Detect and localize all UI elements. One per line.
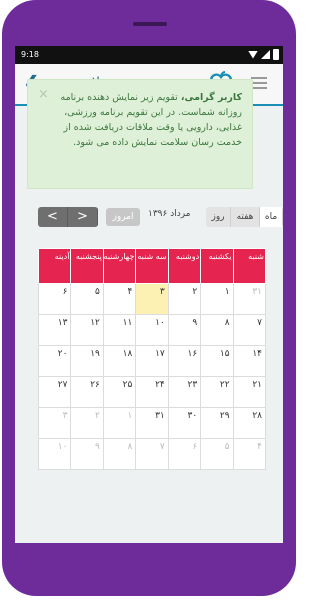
calendar-day-cell[interactable]: ۱۳	[37, 314, 72, 346]
calendar-day-cell[interactable]: ۵	[70, 283, 104, 315]
calendar-day-cell[interactable]: ۲۶	[70, 376, 104, 408]
calendar-day-cell[interactable]: ۱۱	[102, 314, 137, 346]
calendar-day-cell[interactable]: ۱	[102, 407, 137, 439]
calendar-week-row: ۷ ۸ ۹ ۱۰ ۱۱ ۱۲ ۱۳	[37, 314, 267, 346]
calendar-day-cell[interactable]: ۲۳	[167, 376, 202, 408]
weekday-header: شنبه	[232, 248, 267, 284]
calendar-body: ۳۱ ۱ ۲ ۳ ۴ ۵ ۶ ۷ ۸ ۹ ۱۰ ۱۱ ۱۲ ۱۳ ۱۴ ۱۵ ۱۶ ۱۷ ۱۸ ۱۹ ۲۰ ۲۱ ۲۲ ۲۳ ۲…	[37, 283, 267, 470]
wifi-icon	[248, 50, 258, 59]
weekday-header: دوشنبه	[167, 248, 202, 284]
calendar-day-cell[interactable]: ۱۲	[70, 314, 104, 346]
calendar-day-cell[interactable]: ۱۴	[232, 345, 267, 377]
weekday-header: سه شنبه	[135, 248, 169, 284]
prev-month-button[interactable]: <	[38, 207, 68, 227]
calendar-day-cell[interactable]: ۱۷	[135, 345, 169, 377]
calendar-day-cell[interactable]: ۲۸	[232, 407, 267, 439]
calendar-day-cell[interactable]: ۶	[37, 283, 72, 315]
calendar-header-row: شنبه یکشنبه دوشنبه سه شنبه چهارشنبه پنجش…	[37, 248, 267, 284]
calendar-day-cell[interactable]: ۳۱	[135, 407, 169, 439]
calendar-day-cell[interactable]: ۱۹	[70, 345, 104, 377]
view-day-button[interactable]: روز	[206, 207, 231, 227]
phone-speaker	[133, 22, 167, 26]
cellular-signal-icon	[261, 50, 270, 59]
calendar-day-cell[interactable]: ۲۵	[102, 376, 137, 408]
month-calendar: شنبه یکشنبه دوشنبه سه شنبه چهارشنبه پنجش…	[37, 248, 267, 470]
calendar-toolbar: < > امروز مرداد ۱۳۹۶ روز هفته ماه	[26, 207, 283, 227]
info-alert: × کاربر گرامی، تقویم زیر نمایش دهنده برن…	[27, 79, 253, 189]
calendar-day-cell[interactable]: ۸	[200, 314, 234, 346]
calendar-day-cell[interactable]: ۱۸	[102, 345, 137, 377]
calendar-day-cell[interactable]: ۷	[232, 314, 267, 346]
calendar-day-cell[interactable]: ۱	[200, 283, 234, 315]
calendar-week-row: ۴ ۵ ۶ ۷ ۸ ۹ ۱۰	[37, 438, 267, 470]
alert-text: کاربر گرامی، تقویم زیر نمایش دهنده برنام…	[38, 90, 242, 150]
next-month-button[interactable]: >	[68, 207, 98, 227]
calendar-day-cell[interactable]: ۳۰	[167, 407, 202, 439]
view-switcher: روز هفته ماه	[206, 207, 283, 227]
calendar-day-cell[interactable]: ۲	[167, 283, 202, 315]
calendar-day-cell[interactable]: ۲۰	[37, 345, 72, 377]
calendar-day-cell[interactable]: ۲۲	[200, 376, 234, 408]
calendar-day-cell[interactable]: ۲	[70, 407, 104, 439]
calendar-week-row: ۲۸ ۲۹ ۳۰ ۳۱ ۱ ۲ ۳	[37, 407, 267, 439]
weekday-header: یکشنبه	[200, 248, 234, 284]
calendar-day-cell[interactable]: ۹	[167, 314, 202, 346]
calendar-week-row: ۲۱ ۲۲ ۲۳ ۲۴ ۲۵ ۲۶ ۲۷	[37, 376, 267, 408]
calendar-day-cell[interactable]: ۶	[167, 438, 202, 470]
calendar-day-cell[interactable]: ۷	[135, 438, 169, 470]
calendar-day-cell[interactable]: ۲۹	[200, 407, 234, 439]
today-button[interactable]: امروز	[106, 208, 140, 226]
status-icons	[248, 49, 279, 60]
hamburger-menu-icon[interactable]	[251, 77, 267, 89]
calendar-week-row: ۳۱ ۱ ۲ ۳ ۴ ۵ ۶	[37, 283, 267, 315]
month-title: مرداد ۱۳۹۶	[148, 209, 191, 219]
status-time: 9:18	[21, 50, 39, 59]
weekday-header: چهارشنبه	[102, 248, 137, 284]
alert-greeting: کاربر گرامی،	[180, 92, 242, 103]
calendar-day-cell[interactable]: ۱۰	[37, 438, 72, 470]
calendar-day-cell[interactable]: ۲۱	[232, 376, 267, 408]
calendar-day-cell[interactable]: ۵	[200, 438, 234, 470]
month-nav-group: < >	[38, 207, 98, 227]
calendar-day-cell[interactable]: ۲۷	[37, 376, 72, 408]
view-month-button[interactable]: ماه	[260, 207, 283, 227]
calendar-day-cell[interactable]: ۴	[232, 438, 267, 470]
calendar-day-cell[interactable]: ۳	[37, 407, 72, 439]
calendar-day-cell[interactable]: ۱۵	[200, 345, 234, 377]
calendar-day-cell[interactable]: ۲۴	[135, 376, 169, 408]
calendar-day-cell[interactable]: ۳۱	[232, 283, 267, 315]
weekday-header: پنجشنبه	[70, 248, 104, 284]
status-bar: 9:18	[15, 46, 283, 64]
calendar-day-cell[interactable]: ۸	[102, 438, 137, 470]
view-week-button[interactable]: هفته	[231, 207, 260, 227]
calendar-day-cell[interactable]: ۹	[70, 438, 104, 470]
calendar-day-cell[interactable]: ۱۶	[167, 345, 202, 377]
calendar-day-cell[interactable]: ۱۰	[135, 314, 169, 346]
calendar-day-cell[interactable]: ۳	[135, 283, 169, 315]
calendar-day-cell[interactable]: ۴	[102, 283, 137, 315]
calendar-week-row: ۱۴ ۱۵ ۱۶ ۱۷ ۱۸ ۱۹ ۲۰	[37, 345, 267, 377]
battery-icon	[273, 49, 279, 60]
weekday-header: آدینه	[37, 248, 72, 284]
